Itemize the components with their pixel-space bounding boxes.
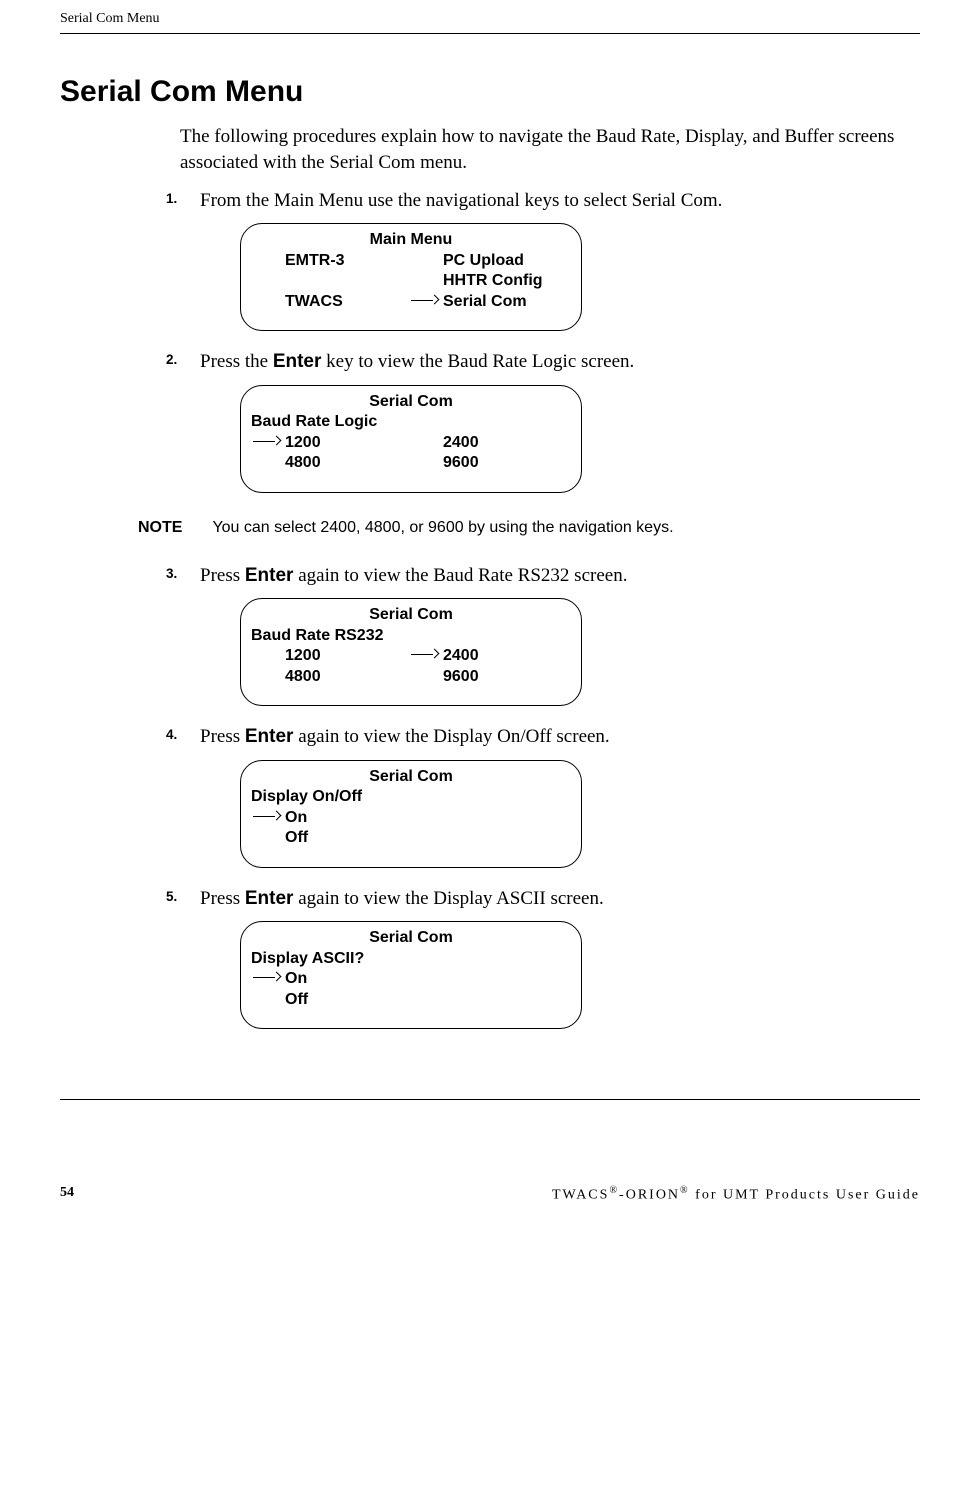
step-text: Press the Enter key to view the Baud Rat… <box>200 351 634 372</box>
baud-option: 4800 <box>283 453 395 473</box>
step-2: 2. Press the Enter key to view the Baud … <box>200 349 920 493</box>
lcd-title: Serial Com <box>241 392 581 412</box>
arrow-right-icon <box>411 296 439 306</box>
step-4: 4. Press Enter again to view the Display… <box>200 724 920 868</box>
step-number: 4. <box>166 726 177 744</box>
lcd-baud-rate-logic: Serial Com Baud Rate Logic 1200 2400 480… <box>240 385 582 493</box>
toggle-option-selected: On <box>283 969 395 989</box>
menu-item: EMTR-3 <box>283 251 395 271</box>
lcd-title: Main Menu <box>241 230 581 250</box>
arrow-right-icon <box>411 650 439 660</box>
registered-icon: ® <box>680 1185 690 1196</box>
key-name: Enter <box>245 726 294 747</box>
running-head: Serial Com Menu <box>60 0 920 33</box>
lcd-subtitle: Display On/Off <box>251 787 581 807</box>
lcd-title: Serial Com <box>241 605 581 625</box>
note-text: You can select 2400, 4800, or 9600 by us… <box>212 519 673 536</box>
step-3: 3. Press Enter again to view the Baud Ra… <box>200 563 920 707</box>
menu-item-selected: Serial Com <box>441 292 527 312</box>
page-title: Serial Com Menu <box>60 72 920 113</box>
lcd-subtitle: Display ASCII? <box>251 949 581 969</box>
lcd-subtitle: Baud Rate Logic <box>251 412 581 432</box>
baud-option: 2400 <box>441 433 479 453</box>
step-5: 5. Press Enter again to view the Display… <box>200 886 920 1030</box>
step-number: 5. <box>166 888 177 906</box>
baud-option: 9600 <box>441 453 479 473</box>
arrow-right-icon <box>253 437 281 447</box>
lcd-title: Serial Com <box>241 928 581 948</box>
footer-rule <box>60 1099 920 1100</box>
note-label: NOTE <box>138 519 182 536</box>
arrow-right-icon <box>253 812 281 822</box>
lcd-main-menu: Main Menu EMTR-3 PC Upload HHTR Config T… <box>240 223 582 331</box>
menu-item <box>283 271 395 291</box>
page-number: 54 <box>60 1184 74 1206</box>
toggle-option: Off <box>283 828 395 848</box>
key-name: Enter <box>245 565 294 586</box>
lcd-display-on-off: Serial Com Display On/Off On Off <box>240 760 582 868</box>
step-text: Press Enter again to view the Display AS… <box>200 888 604 909</box>
toggle-option: Off <box>283 990 395 1010</box>
page-footer: 54 TWACS®-ORION® for UMT Products User G… <box>60 1180 920 1206</box>
step-1: 1. From the Main Menu use the navigation… <box>200 188 920 332</box>
baud-option-selected: 2400 <box>441 646 479 666</box>
lcd-title: Serial Com <box>241 767 581 787</box>
step-number: 1. <box>166 190 177 208</box>
header-rule <box>60 33 920 34</box>
step-number: 2. <box>166 351 177 369</box>
note: NOTE You can select 2400, 4800, or 9600 b… <box>138 517 920 539</box>
intro-paragraph: The following procedures explain how to … <box>180 124 920 175</box>
key-name: Enter <box>245 888 294 909</box>
lcd-display-ascii: Serial Com Display ASCII? On Off <box>240 921 582 1029</box>
lcd-subtitle: Baud Rate RS232 <box>251 626 581 646</box>
baud-option: 1200 <box>283 433 395 453</box>
footer-text: TWACS®-ORION® for UMT Products User Guid… <box>552 1184 920 1206</box>
baud-option: 1200 <box>283 646 395 666</box>
menu-item: PC Upload <box>441 251 524 271</box>
toggle-option-selected: On <box>283 808 395 828</box>
registered-icon: ® <box>609 1185 619 1196</box>
step-text: Press Enter again to view the Display On… <box>200 726 610 747</box>
menu-item: HHTR Config <box>441 271 543 291</box>
key-name: Enter <box>273 351 322 372</box>
menu-item: TWACS <box>283 292 395 312</box>
step-text: Press Enter again to view the Baud Rate … <box>200 565 627 586</box>
baud-option: 4800 <box>283 667 395 687</box>
step-number: 3. <box>166 565 177 583</box>
baud-option: 9600 <box>441 667 479 687</box>
lcd-baud-rate-rs232: Serial Com Baud Rate RS232 1200 2400 480… <box>240 598 582 706</box>
arrow-right-icon <box>253 973 281 983</box>
step-text: From the Main Menu use the navigational … <box>200 190 722 211</box>
